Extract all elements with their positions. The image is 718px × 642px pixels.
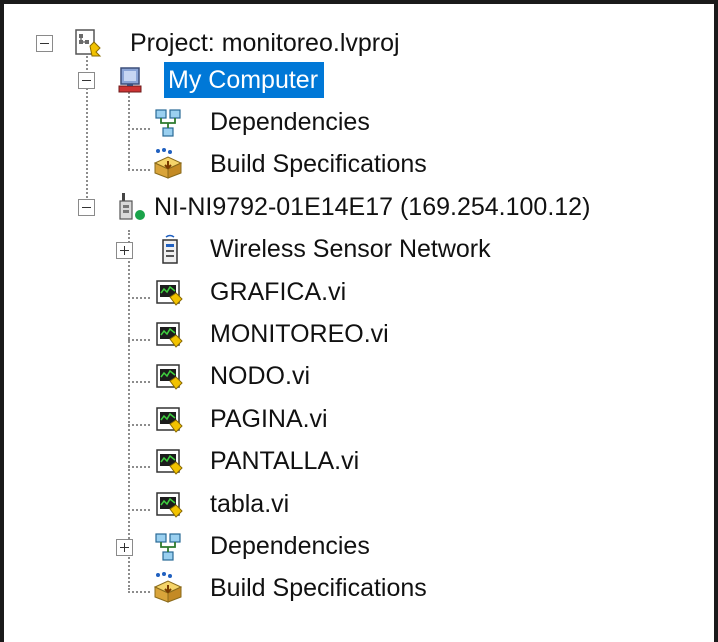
- ni-target-icon: [116, 191, 148, 223]
- tree-line: [128, 92, 130, 170]
- collapse-toggle[interactable]: [36, 35, 53, 52]
- tree-line: [128, 297, 150, 299]
- tree-item-dependencies[interactable]: Dependencies: [150, 103, 450, 143]
- tree-line: [128, 509, 150, 511]
- project-tree: Project: monitoreo.lvproj My Computer De…: [0, 0, 718, 642]
- vi-file-icon: [154, 404, 186, 436]
- tree-item-build-specifications[interactable]: Build Specifications: [150, 569, 480, 609]
- tree-item-label: Wireless Sensor Network: [210, 235, 491, 263]
- tree-line: [128, 381, 150, 383]
- tree-item-label: MONITOREO.vi: [210, 320, 389, 348]
- vi-file-icon: [154, 319, 186, 351]
- tree-item-label: NI-NI9792-01E14E17 (169.254.100.12): [154, 193, 591, 221]
- tree-item-label: Build Specifications: [210, 150, 427, 178]
- tree-line: [128, 466, 150, 468]
- tree-item-vi[interactable]: PANTALLA.vi: [150, 442, 410, 482]
- wireless-sensor-network-icon: [154, 234, 186, 266]
- build-specifications-icon: [152, 147, 184, 179]
- vi-file-icon: [154, 489, 186, 521]
- tree-item-label: Project: monitoreo.lvproj: [130, 29, 400, 57]
- dependencies-icon: [152, 107, 184, 139]
- expand-toggle[interactable]: [116, 242, 133, 259]
- tree-item-label: PAGINA.vi: [210, 405, 328, 433]
- tree-item-label: Build Specifications: [210, 574, 427, 602]
- tree-line: [128, 128, 150, 130]
- tree-line: [128, 591, 150, 593]
- tree-line: [128, 424, 150, 426]
- tree-line: [128, 339, 150, 341]
- tree-item-dependencies[interactable]: Dependencies: [110, 527, 450, 567]
- tree-item-project[interactable]: Project: monitoreo.lvproj: [30, 24, 510, 64]
- tree-item-build-specifications[interactable]: Build Specifications: [150, 145, 480, 185]
- tree-item-vi[interactable]: GRAFICA.vi: [150, 273, 410, 313]
- tree-line: [128, 169, 150, 171]
- tree-item-vi[interactable]: tabla.vi: [150, 485, 410, 525]
- expand-toggle[interactable]: [116, 539, 133, 556]
- collapse-toggle[interactable]: [78, 72, 95, 89]
- tree-item-label: My Computer: [164, 62, 325, 98]
- build-specifications-icon: [152, 571, 184, 603]
- tree-item-my-computer[interactable]: My Computer: [70, 61, 370, 101]
- tree-item-label: tabla.vi: [210, 490, 290, 518]
- vi-file-icon: [154, 446, 186, 478]
- tree-item-vi[interactable]: NODO.vi: [150, 357, 410, 397]
- tree-item-label: Dependencies: [210, 532, 370, 560]
- tree-item-label: PANTALLA.vi: [210, 447, 360, 475]
- tree-item-vi[interactable]: MONITOREO.vi: [150, 315, 410, 355]
- tree-item-wireless-sensor-network[interactable]: Wireless Sensor Network: [110, 230, 580, 270]
- project-icon: [72, 28, 104, 60]
- dependencies-icon: [152, 531, 184, 563]
- tree-item-vi[interactable]: PAGINA.vi: [150, 400, 410, 440]
- tree-item-label: Dependencies: [210, 108, 370, 136]
- vi-file-icon: [154, 361, 186, 393]
- tree-item-label: NODO.vi: [210, 362, 310, 390]
- vi-file-icon: [154, 277, 186, 309]
- tree-item-ni-target[interactable]: NI-NI9792-01E14E17 (169.254.100.12): [70, 188, 670, 228]
- collapse-toggle[interactable]: [78, 199, 95, 216]
- my-computer-icon: [116, 65, 148, 97]
- tree-item-label: GRAFICA.vi: [210, 278, 347, 306]
